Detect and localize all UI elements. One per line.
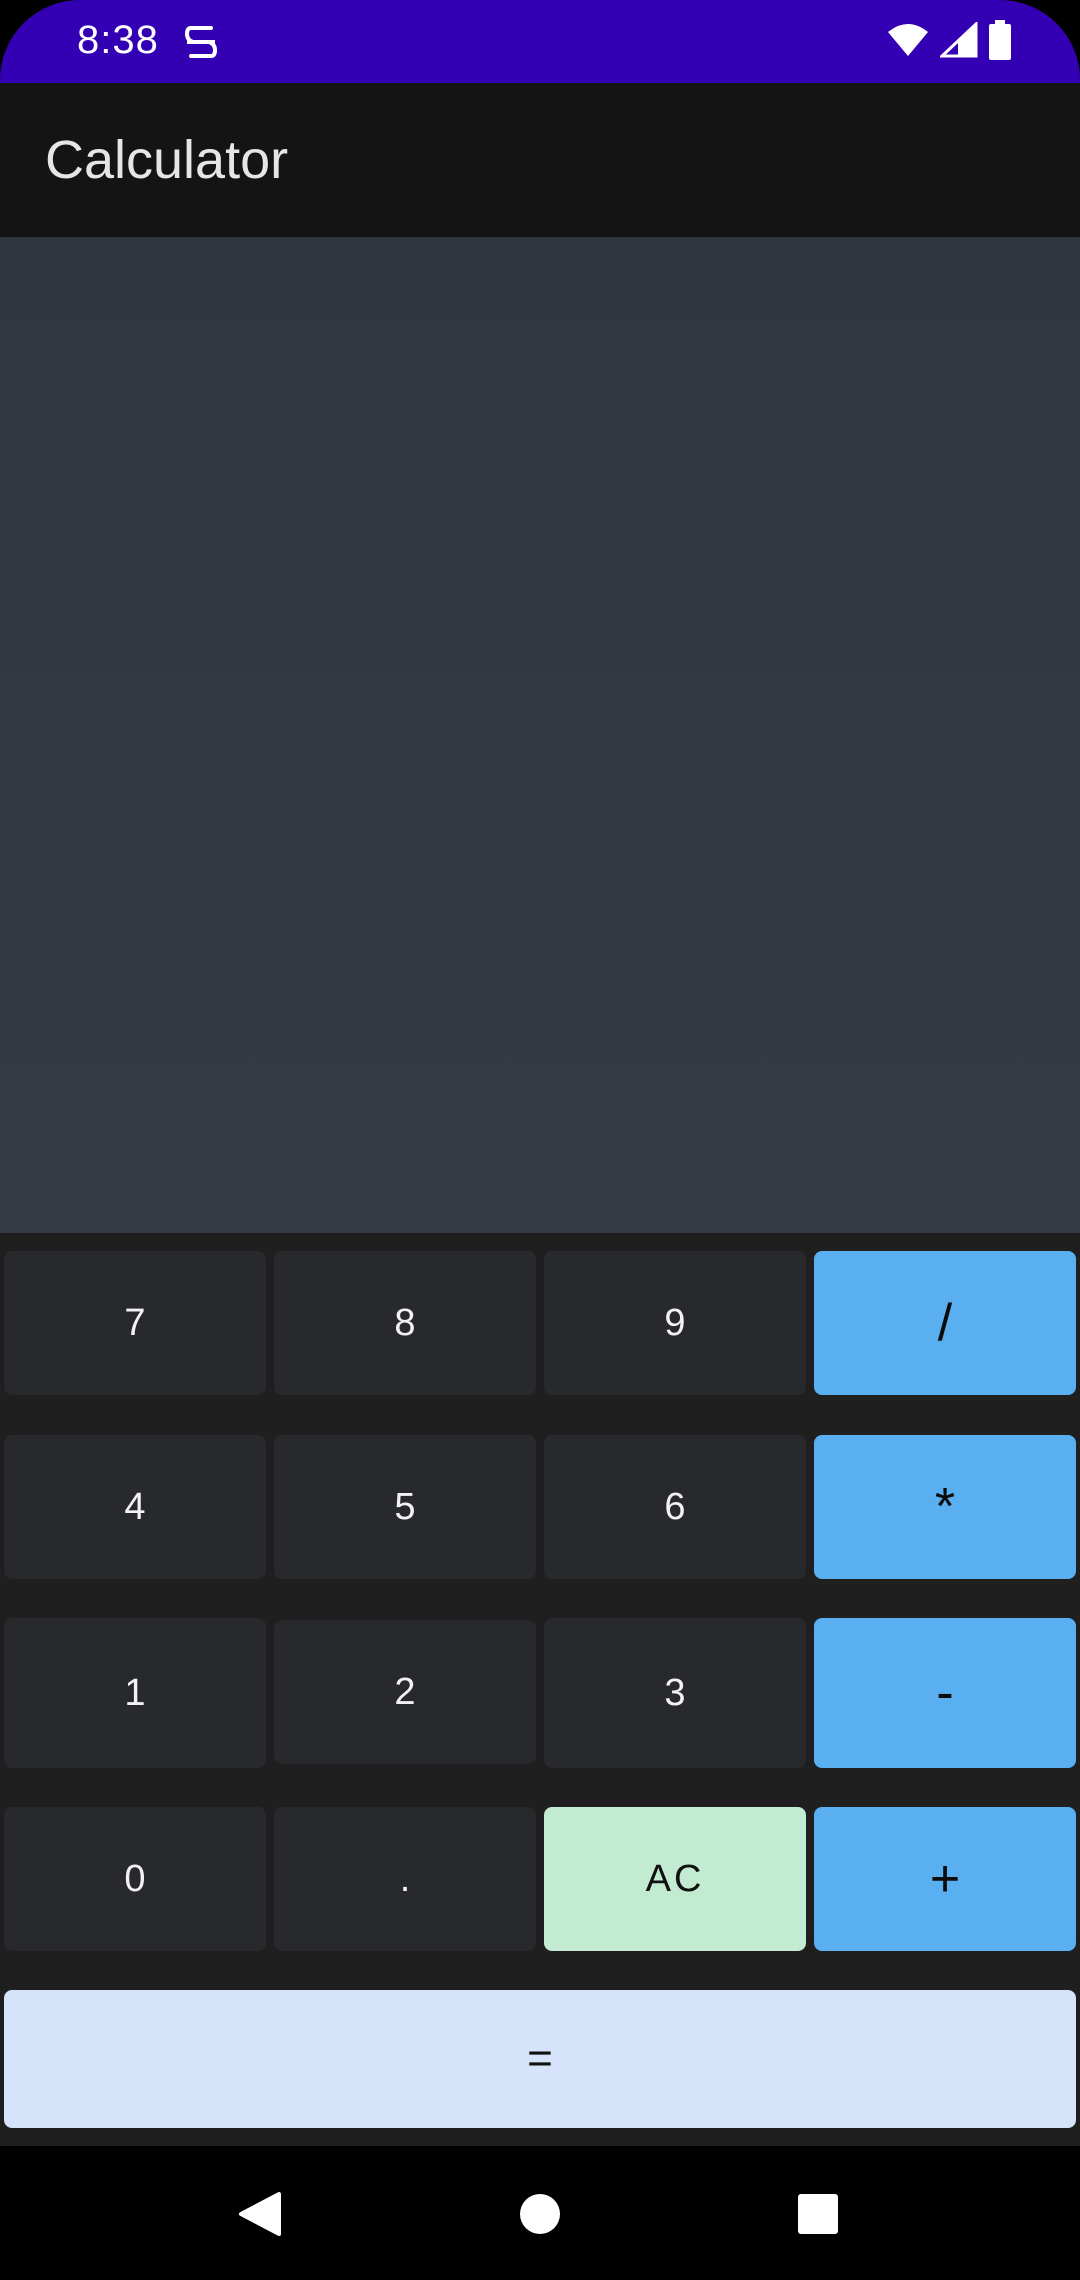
key-all-clear[interactable]: AC bbox=[544, 1807, 806, 1951]
key-decimal[interactable]: . bbox=[274, 1807, 536, 1951]
battery-icon bbox=[988, 19, 1012, 65]
key-6[interactable]: 6 bbox=[544, 1435, 806, 1579]
notification-app-icon bbox=[183, 22, 219, 62]
key-9[interactable]: 9 bbox=[544, 1251, 806, 1395]
key-multiply[interactable]: * bbox=[814, 1435, 1076, 1579]
status-time: 8:38 bbox=[77, 18, 159, 62]
key-3[interactable]: 3 bbox=[544, 1618, 806, 1768]
app-bar: Calculator bbox=[0, 83, 1080, 237]
home-icon[interactable] bbox=[510, 2184, 570, 2244]
key-8[interactable]: 8 bbox=[274, 1251, 536, 1395]
status-icons bbox=[886, 19, 1012, 65]
key-1[interactable]: 1 bbox=[4, 1618, 266, 1768]
phone-screen: 8:38 Calculator 7 8 9 / 4 5 6 * 1 2 3 - … bbox=[0, 0, 1080, 2280]
back-icon[interactable] bbox=[230, 2184, 290, 2244]
wifi-icon bbox=[886, 22, 930, 63]
navigation-bar bbox=[0, 2146, 1080, 2280]
recents-icon[interactable] bbox=[788, 2184, 848, 2244]
key-equals[interactable]: = bbox=[4, 1990, 1076, 2128]
key-0[interactable]: 0 bbox=[4, 1807, 266, 1951]
key-add[interactable]: + bbox=[814, 1807, 1076, 1951]
key-7[interactable]: 7 bbox=[4, 1251, 266, 1395]
app-title: Calculator bbox=[45, 130, 289, 190]
cell-signal-icon bbox=[938, 20, 978, 63]
keypad: 7 8 9 / 4 5 6 * 1 2 3 - 0 . AC + = bbox=[0, 1233, 1080, 2146]
key-4[interactable]: 4 bbox=[4, 1435, 266, 1579]
key-2[interactable]: 2 bbox=[274, 1620, 536, 1764]
key-subtract[interactable]: - bbox=[814, 1618, 1076, 1768]
status-bar: 8:38 bbox=[0, 0, 1080, 83]
key-divide[interactable]: / bbox=[814, 1251, 1076, 1395]
calculator-display bbox=[0, 237, 1080, 1233]
key-5[interactable]: 5 bbox=[274, 1435, 536, 1579]
